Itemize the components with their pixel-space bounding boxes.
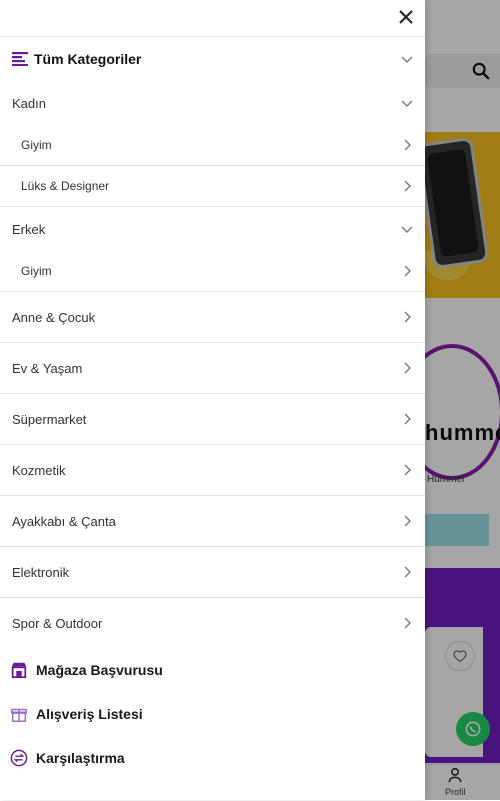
chevron-right-icon (404, 464, 411, 476)
chevron-right-icon (404, 413, 411, 425)
chevron-right-icon (404, 617, 411, 629)
chevron-right-icon (404, 180, 411, 192)
store-application-link[interactable]: Mağaza Başvurusu (0, 648, 425, 692)
subcategory-erkek-giyim[interactable]: Giyim (0, 251, 425, 292)
chevron-right-icon (404, 265, 411, 277)
category-elektronik[interactable]: Elektronik (0, 547, 425, 598)
comparison-label: Karşılaştırma (36, 750, 125, 766)
chevron-right-icon (404, 139, 411, 151)
category-spor-outdoor[interactable]: Spor & Outdoor (0, 598, 425, 648)
category-drawer: Tüm Kategoriler Kadın Giyim Lüks & Desig… (0, 0, 425, 800)
category-ayakkabi-canta[interactable]: Ayakkabı & Çanta (0, 496, 425, 547)
comparison-link[interactable]: Karşılaştırma (0, 736, 425, 780)
category-label: Kadın (12, 95, 46, 111)
category-label: Süpermarket (12, 411, 87, 427)
all-categories-label: Tüm Kategoriler (34, 51, 142, 67)
chevron-right-icon (404, 566, 411, 578)
subcategory-kadin-luks-designer[interactable]: Lüks & Designer (0, 166, 425, 207)
category-kadin[interactable]: Kadın (0, 81, 425, 125)
menu-lines-icon (12, 52, 28, 66)
compare-arrows-icon (10, 749, 28, 767)
subcategory-label: Lüks & Designer (21, 179, 110, 193)
subcategory-label: Giyim (21, 264, 52, 278)
category-label: Ayakkabı & Çanta (12, 513, 116, 529)
category-erkek[interactable]: Erkek (0, 207, 425, 251)
category-label: Elektronik (12, 564, 70, 580)
category-label: Kozmetik (12, 462, 66, 478)
shopping-list-label: Alışveriş Listesi (36, 706, 143, 722)
category-label: Erkek (12, 221, 46, 237)
chevron-down-icon (401, 226, 413, 233)
category-label: Anne & Çocuk (12, 309, 96, 325)
category-kozmetik[interactable]: Kozmetik (0, 445, 425, 496)
all-categories-toggle[interactable]: Tüm Kategoriler (0, 37, 425, 81)
category-label: Spor & Outdoor (12, 615, 103, 631)
store-icon (11, 662, 27, 679)
shopping-list-link[interactable]: Alışveriş Listesi (0, 692, 425, 736)
chevron-down-icon (401, 56, 413, 63)
chevron-right-icon (404, 311, 411, 323)
chevron-down-icon (401, 100, 413, 107)
chevron-right-icon (404, 515, 411, 527)
subcategory-label: Giyim (21, 138, 52, 152)
gift-box-icon (11, 708, 27, 722)
store-application-label: Mağaza Başvurusu (36, 662, 163, 678)
drawer-top-bar (0, 0, 425, 37)
category-anne-cocuk[interactable]: Anne & Çocuk (0, 292, 425, 343)
category-supermarket[interactable]: Süpermarket (0, 394, 425, 445)
category-ev-yasam[interactable]: Ev & Yaşam (0, 343, 425, 394)
close-icon[interactable] (396, 7, 416, 27)
category-label: Ev & Yaşam (12, 360, 83, 376)
subcategory-kadin-giyim[interactable]: Giyim (0, 125, 425, 166)
chevron-right-icon (404, 362, 411, 374)
